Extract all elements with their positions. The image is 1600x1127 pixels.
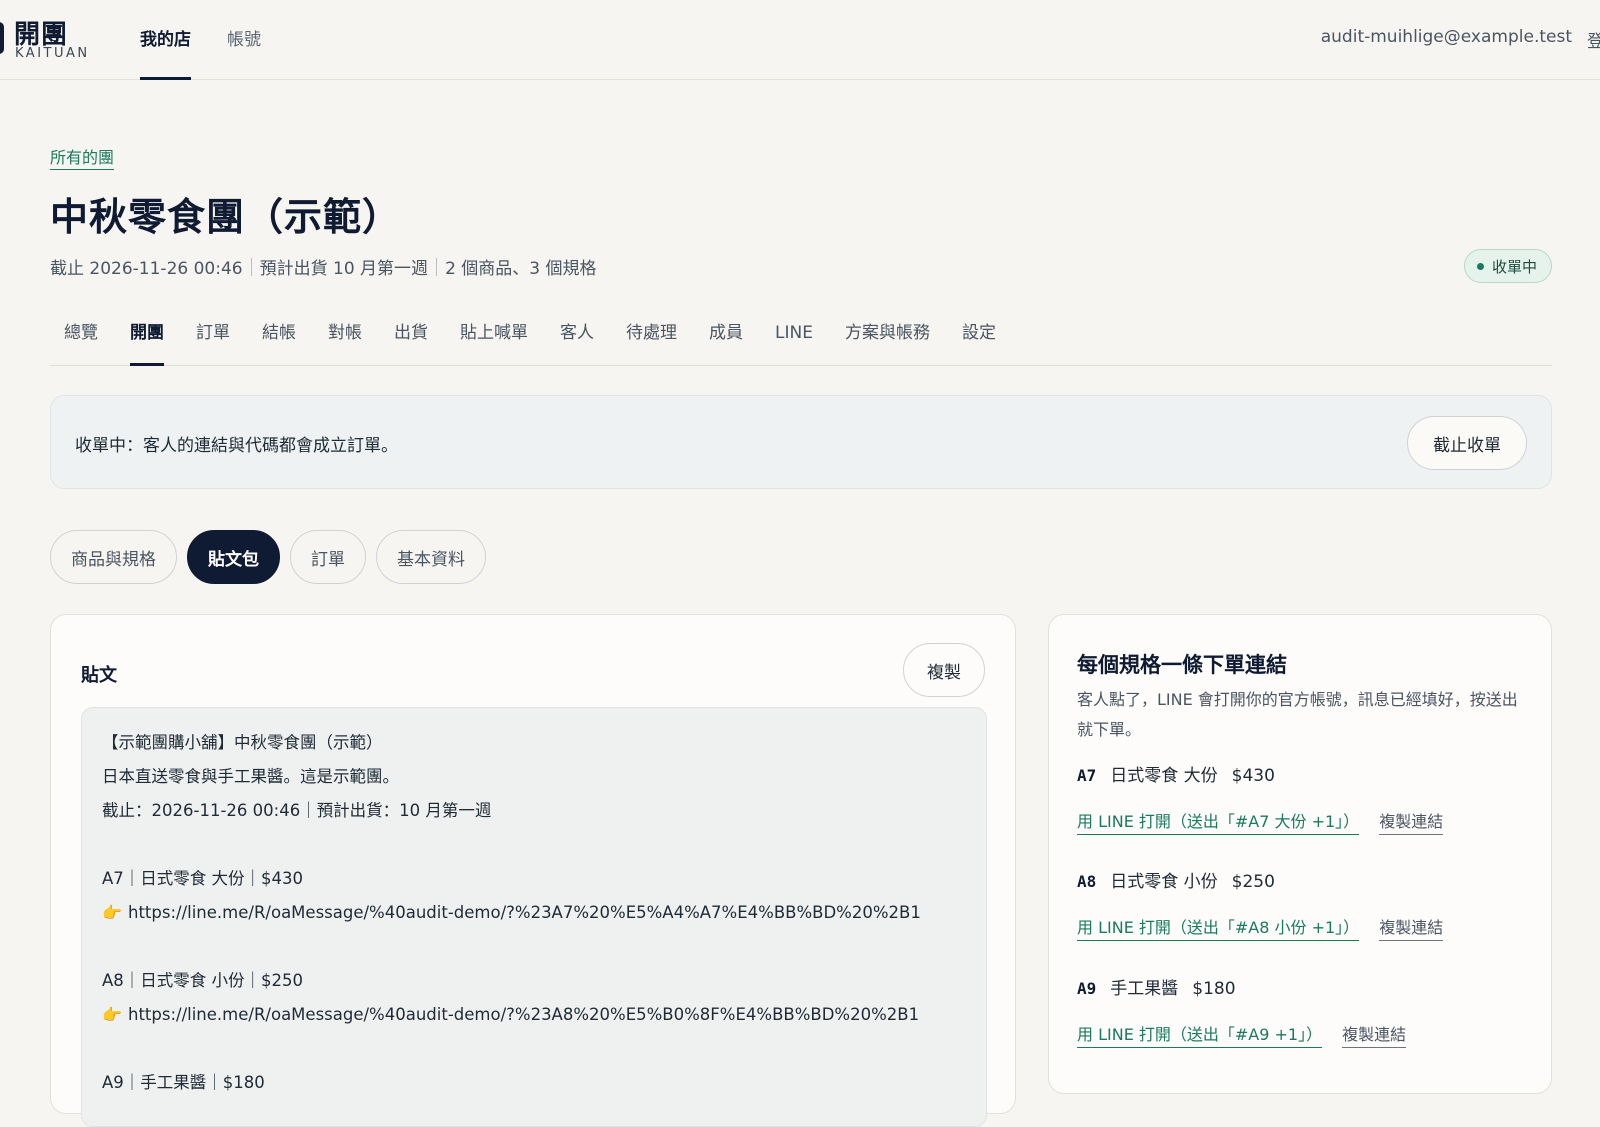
- open-in-line-link[interactable]: 用 LINE 打開（送出「#A7 大份 +1」）: [1077, 808, 1360, 835]
- copy-link-button[interactable]: 複製連結: [1379, 808, 1444, 835]
- post-line-deadline: 截止：2026-11-26 00:46｜預計出貨：10 月第一週: [102, 801, 492, 820]
- top-nav: 我的店 帳號: [140, 0, 261, 80]
- post-spacer: [102, 930, 966, 964]
- meta-item-count: 2 個商品、3 個規格: [445, 259, 597, 279]
- variant-name: 日式零食 大份: [1110, 766, 1218, 786]
- pointing-hand-icon: 👉: [102, 1005, 122, 1024]
- user-email: audit-muihlige@example.test: [1320, 27, 1572, 47]
- meta-divider: [250, 257, 252, 276]
- status-dot-icon: [1476, 262, 1484, 270]
- subtab-2[interactable]: 貼文包: [187, 530, 280, 584]
- post-spacer: [102, 1032, 966, 1066]
- post-card: 貼文 複製 【示範團購小舖】中秋零食團（示範） 日本直送零食與手工果醬。這是示範…: [50, 614, 1016, 1127]
- variant-code: A9: [1077, 979, 1097, 998]
- post-line-title: 【示範團購小舖】中秋零食團（示範）: [102, 733, 383, 752]
- page-title: 中秋零食團（示範）: [50, 195, 402, 239]
- post-url-a7: 👉 https://line.me/R/oaMessage/%40audit-d…: [102, 896, 966, 930]
- notice-text: 收單中：客人的連結與代碼都會成立訂單。: [75, 436, 398, 456]
- meta-ship-date: 預計出貨 10 月第一週: [259, 259, 429, 279]
- variant-name: 手工果醬: [1110, 979, 1179, 999]
- post-url-a8-text: https://line.me/R/oaMessage/%40audit-dem…: [128, 1005, 920, 1024]
- tab-9[interactable]: 待處理: [612, 318, 693, 366]
- variant-title: A8 日式零食 小份 $250: [1077, 867, 1537, 892]
- post-heading: 貼文: [81, 665, 117, 686]
- post-item-a8: A8｜日式零食 小份｜$250: [102, 971, 304, 990]
- links-description: 客人點了，LINE 會打開你的官方帳號，訊息已經填好，按送出就下單。: [1077, 690, 1518, 739]
- post-url-a8: 👉 https://line.me/R/oaMessage/%40audit-d…: [102, 998, 966, 1032]
- post-spacer: [102, 828, 966, 862]
- status-label: 收單中: [1491, 257, 1537, 276]
- post-item-a7: A7｜日式零食 大份｜$430: [102, 869, 304, 888]
- open-in-line-link[interactable]: 用 LINE 打開（送出「#A8 小份 +1」）: [1077, 914, 1360, 941]
- variant-price: $180: [1192, 979, 1236, 999]
- copy-link-button[interactable]: 複製連結: [1342, 1021, 1407, 1048]
- topnav-my-store[interactable]: 我的店: [140, 0, 191, 80]
- topnav-account[interactable]: 帳號: [227, 0, 261, 80]
- tab-7[interactable]: 貼上喊單: [446, 318, 544, 366]
- tab-1[interactable]: 總覽: [50, 318, 114, 366]
- variant-title: A9 手工果醬 $180: [1077, 974, 1537, 999]
- group-meta: 截止 2026-11-26 00:46 預計出貨 10 月第一週 2 個商品、3…: [50, 254, 597, 279]
- tab-12[interactable]: 方案與帳務: [831, 318, 946, 366]
- close-orders-button[interactable]: 截止收單: [1407, 416, 1527, 470]
- tab-13[interactable]: 設定: [948, 318, 1012, 366]
- variant-actions: 用 LINE 打開（送出「#A8 小份 +1」） 複製連結: [1077, 914, 1537, 941]
- variant-actions: 用 LINE 打開（送出「#A7 大份 +1」） 複製連結: [1077, 808, 1537, 835]
- status-badge: 收單中: [1463, 249, 1552, 283]
- tab-8[interactable]: 客人: [546, 318, 610, 366]
- variant-code: A8: [1077, 872, 1097, 891]
- tab-2[interactable]: 開團: [116, 318, 180, 366]
- subtab-4[interactable]: 基本資料: [376, 530, 486, 584]
- order-links-card: 每個規格一條下單連結 客人點了，LINE 會打開你的官方帳號，訊息已經填好，按送…: [1048, 614, 1552, 1094]
- tab-10[interactable]: 成員: [695, 318, 759, 366]
- links-heading: 每個規格一條下單連結: [1077, 653, 1287, 677]
- top-bar: 開團 KAITUAN 我的店 帳號 audit-muihlige@example…: [0, 0, 1600, 80]
- variant-title: A7 日式零食 大份 $430: [1077, 761, 1537, 786]
- variant-price: $430: [1231, 766, 1275, 786]
- variant-name: 日式零食 小份: [1110, 872, 1218, 892]
- logo-mark-icon: [0, 22, 4, 54]
- meta-deadline: 截止 2026-11-26 00:46: [50, 259, 243, 279]
- tab-4[interactable]: 結帳: [248, 318, 312, 366]
- collecting-notice: 收單中：客人的連結與代碼都會成立訂單。 截止收單: [50, 395, 1552, 489]
- variant-a7: A7 日式零食 大份 $430 用 LINE 打開（送出「#A7 大份 +1」）…: [1077, 761, 1537, 835]
- post-item-a9: A9｜手工果醬｜$180: [102, 1073, 265, 1092]
- logout-link[interactable]: 登: [1587, 27, 1600, 52]
- subtab-1[interactable]: 商品與規格: [50, 530, 177, 584]
- tab-6[interactable]: 出貨: [380, 318, 444, 366]
- post-line-description: 日本直送零食與手工果醬。這是示範團。: [102, 767, 399, 786]
- breadcrumb-all-groups[interactable]: 所有的團: [50, 144, 115, 170]
- post-text-area[interactable]: 【示範團購小舖】中秋零食團（示範） 日本直送零食與手工果醬。這是示範團。 截止：…: [81, 707, 987, 1127]
- meta-divider: [436, 257, 438, 276]
- tab-11[interactable]: LINE: [761, 318, 829, 366]
- variant-actions: 用 LINE 打開（送出「#A9 +1」） 複製連結: [1077, 1021, 1537, 1048]
- tab-3[interactable]: 訂單: [182, 318, 246, 366]
- copy-post-button[interactable]: 複製: [903, 643, 985, 697]
- variant-code: A7: [1077, 766, 1097, 785]
- subtab-3[interactable]: 訂單: [290, 530, 366, 584]
- pointing-hand-icon: 👉: [102, 903, 122, 922]
- copy-link-button[interactable]: 複製連結: [1379, 914, 1444, 941]
- tab-5[interactable]: 對帳: [314, 318, 378, 366]
- variant-price: $250: [1231, 872, 1275, 892]
- post-url-a7-text: https://line.me/R/oaMessage/%40audit-dem…: [128, 903, 921, 922]
- variant-a9: A9 手工果醬 $180 用 LINE 打開（送出「#A9 +1」） 複製連結: [1077, 974, 1537, 1048]
- brand-subtitle: KAITUAN: [15, 46, 90, 61]
- group-tabs: 總覽 開團 訂單 結帳 對帳 出貨 貼上喊單 客人 待處理 成員 LINE 方案與帳務 設定: [50, 318, 1552, 366]
- section-subtabs: 商品與規格 貼文包 訂單 基本資料: [50, 530, 486, 584]
- open-in-line-link[interactable]: 用 LINE 打開（送出「#A9 +1」）: [1077, 1021, 1323, 1048]
- variant-a8: A8 日式零食 小份 $250 用 LINE 打開（送出「#A8 小份 +1」）…: [1077, 867, 1537, 941]
